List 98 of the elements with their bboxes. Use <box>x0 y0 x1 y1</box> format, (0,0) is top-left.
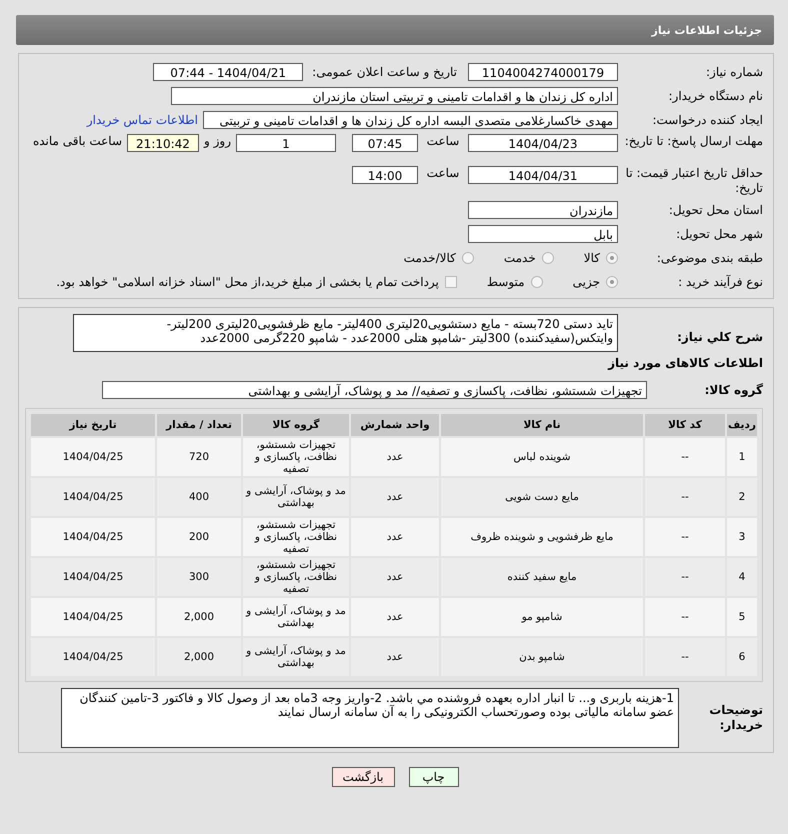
remaining-time-field: 21:10:42 <box>127 134 199 152</box>
deadline-date-field: 1404/04/23 <box>468 134 618 152</box>
column-header: گروه کالا <box>243 414 349 436</box>
table-cell: -- <box>645 598 725 636</box>
table-cell: شامپو بدن <box>441 638 643 676</box>
radio-button[interactable] <box>462 252 474 264</box>
province-field: مازندران <box>468 201 618 219</box>
option-label: خدمت <box>504 251 536 265</box>
table-cell: 1404/04/25 <box>31 638 155 676</box>
field-label: شهر محل تحویل: <box>675 226 763 242</box>
checkbox[interactable] <box>444 276 457 288</box>
field-label: نام دستگاه خریدار: <box>668 88 763 104</box>
table-cell: مد و پوشاک، آرایشی و بهداشتی <box>243 478 349 516</box>
option-label: کالا/خدمت <box>404 251 456 265</box>
table-cell: -- <box>645 518 725 556</box>
table-cell: عدد <box>351 478 439 516</box>
table-cell: 3 <box>727 518 757 556</box>
table-cell: عدد <box>351 558 439 596</box>
table-cell: 2 <box>727 478 757 516</box>
table-cell: عدد <box>351 598 439 636</box>
days-label: روز و <box>204 134 231 148</box>
section-title: اطلاعات کالاهای مورد نیاز <box>606 356 763 370</box>
field-label: شرح کلي نياز: <box>676 328 763 344</box>
table-cell: عدد <box>351 518 439 556</box>
radio-button[interactable] <box>606 252 618 264</box>
table-cell: تجهیزات شستشو، نظافت، پاکسازی و تصفیه <box>243 438 349 476</box>
goods-group-field: تجهیزات شستشو، نظافت، پاکسازی و تصفیه// مد و پوشاک، آرایشی و بهداشتی <box>102 381 647 399</box>
field-label: نوع فرآیند خرید : <box>677 274 763 290</box>
table-cell: عدد <box>351 638 439 676</box>
radio-button[interactable] <box>606 276 618 288</box>
buyer-notes-field: 1-هزینه باربری و... تا انبار اداره بعهده فروشنده مي باشد. 2-واریز وجه 3ماه بعد از وصول کالا و فاکتور 3-تامین کنندگان عضو سامانه مالیاتی بوده وصورتحساب الکترونیکی را به آن سامانه ارسال نمایند <box>61 688 679 748</box>
field-label: تاریخ و ساعت اعلان عمومی: <box>311 65 458 79</box>
table-cell: تجهیزات شستشو، نظافت، پاکسازی و تصفیه <box>243 558 349 596</box>
validity-time-field: 14:00 <box>352 166 418 184</box>
table-cell: 1404/04/25 <box>31 598 155 636</box>
description-field: تاید دستی 720بسته - مایع دستشویی20لیتری 400لیتر- مایع ظرفشویی20لیتری 200لیتر-وایتکس(سفیدکننده) 300لیتر -شامپو هتلی 2000عدد - شامپو 220گرمی 2000عدد <box>73 314 618 352</box>
field-label: استان محل تحویل: <box>668 202 763 218</box>
action-button[interactable]: بازگشت <box>332 767 394 787</box>
field-label: ایجاد کننده درخواست: <box>651 112 763 128</box>
field-label: طبقه بندی موضوعی: <box>656 250 763 266</box>
table-cell: مد و پوشاک، آرایشی و بهداشتی <box>243 598 349 636</box>
column-header: واحد شمارش <box>351 414 439 436</box>
table-cell: 2,000 <box>157 598 241 636</box>
announce-date-field: 1404/04/21 - 07:44 <box>153 63 304 81</box>
time-label: ساعت <box>426 166 460 180</box>
table-cell: 1404/04/25 <box>31 438 155 476</box>
field-label: حداقل تاریخ اعتبار قیمت: تا تاریخ: <box>624 166 763 196</box>
table-cell: 200 <box>157 518 241 556</box>
radio-button[interactable] <box>542 252 554 264</box>
field-label: توضیحات خریدار: <box>708 703 763 733</box>
table-cell: 6 <box>727 638 757 676</box>
table-cell: تجهیزات شستشو، نظافت، پاکسازی و تصفیه <box>243 518 349 556</box>
action-button[interactable]: چاپ <box>408 767 458 787</box>
table-cell: شوینده لباس <box>441 438 643 476</box>
column-header: ردیف <box>727 414 757 436</box>
table-cell: -- <box>645 478 725 516</box>
table-cell: 1404/04/25 <box>31 478 155 516</box>
table-cell: 5 <box>727 598 757 636</box>
column-header: تعداد / مقدار <box>157 414 241 436</box>
table-cell: مد و پوشاک، آرایشی و بهداشتی <box>243 638 349 676</box>
radio-button[interactable] <box>530 276 543 288</box>
table-cell: 1404/04/25 <box>31 558 155 596</box>
time-label: ساعت <box>426 134 460 148</box>
table-cell: 4 <box>727 558 757 596</box>
option-label: کالا <box>584 251 600 265</box>
buyer-org-field: اداره کل زندان ها و اقدامات تامینی و تربیتی استان مازندران <box>171 87 618 105</box>
table-cell: -- <box>645 438 725 476</box>
days-field: 1 <box>236 134 336 152</box>
buyer-contact-link[interactable]: اطلاعات تماس خریدار <box>86 113 198 127</box>
table-cell: عدد <box>351 438 439 476</box>
table-cell: مایع ظرفشویی و شوینده ظروف <box>441 518 643 556</box>
table-cell: مایع سفید کننده <box>441 558 643 596</box>
need-number-field: 1104004274000179 <box>468 63 618 81</box>
deadline-time-field: 07:45 <box>352 134 418 152</box>
table-cell: مایع دست شویی <box>441 478 643 516</box>
table-cell: 2,000 <box>157 638 241 676</box>
column-header: نام کالا <box>441 414 643 436</box>
field-label: شماره نیاز: <box>705 64 763 80</box>
table-cell: -- <box>645 558 725 596</box>
table-cell: شامپو مو <box>441 598 643 636</box>
field-label: گروه کالا: <box>704 382 763 398</box>
requester-field: مهدی خاکسارغلامی متصدی البسه اداره کل زندان ها و اقدامات تامینی و تربیتی <box>203 111 618 129</box>
option-label: جزیی <box>572 275 600 289</box>
table-cell: 1 <box>727 438 757 476</box>
checkbox-label: پرداخت تمام یا بخشی از مبلغ خرید،از محل "اسناد خزانه اسلامی" خواهد بود. <box>56 275 439 289</box>
table-cell: 1404/04/25 <box>31 518 155 556</box>
table-cell: -- <box>645 638 725 676</box>
page-title: جزئیات اطلاعات نیاز <box>652 24 762 36</box>
option-label: متوسط <box>486 275 525 289</box>
field-label: مهلت ارسال پاسخ: تا تاریخ: <box>624 134 763 149</box>
table-cell: 720 <box>157 438 241 476</box>
validity-date-field: 1404/04/31 <box>468 166 618 184</box>
table-cell: 400 <box>157 478 241 516</box>
column-header: کد کالا <box>645 414 725 436</box>
remaining-label: ساعت باقی مانده <box>32 134 122 148</box>
city-field: بابل <box>468 225 618 243</box>
table-cell: 300 <box>157 558 241 596</box>
column-header: تاریخ نیاز <box>31 414 155 436</box>
